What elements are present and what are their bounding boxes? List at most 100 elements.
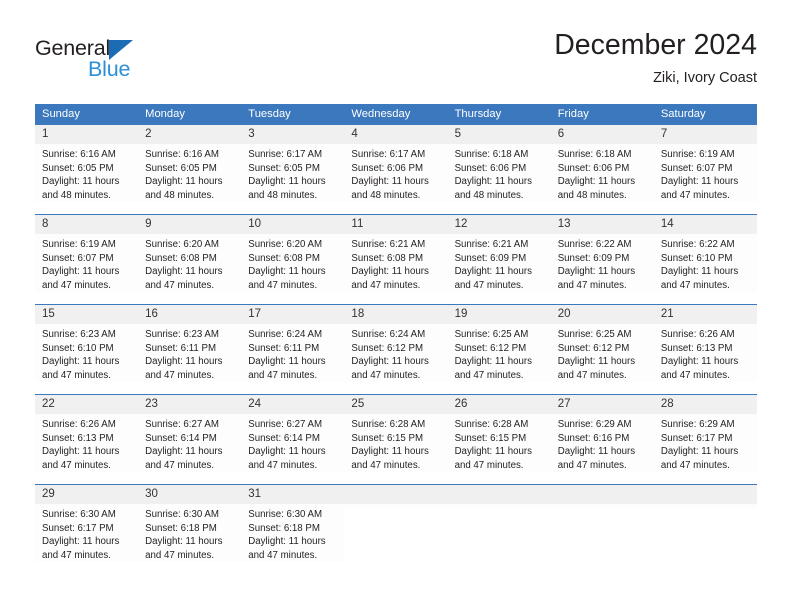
daylight-text-line2: and 47 minutes. bbox=[660, 369, 730, 381]
calendar-day-cell[interactable]: 29 Sunrise: 6:30 AM Sunset: 6:17 PM Dayligh… bbox=[35, 484, 139, 575]
calendar-day-cell[interactable]: 16 Sunrise: 6:23 AM Sunset: 6:11 PM Dayligh… bbox=[138, 304, 242, 395]
calendar-day-cell[interactable]: 22 Sunrise: 6:26 AM Sunset: 6:13 PM Dayligh… bbox=[35, 394, 139, 485]
calendar-day-cell[interactable]: 5 Sunrise: 6:18 AM Sunset: 6:06 PM Daylight… bbox=[447, 124, 551, 215]
calendar-day-cell[interactable]: 9 Sunrise: 6:20 AM Sunset: 6:08 PM Daylight… bbox=[138, 214, 242, 305]
page-subtitle: Ziki, Ivory Coast bbox=[653, 70, 757, 86]
day-number bbox=[344, 485, 448, 504]
day-number: 15 bbox=[35, 305, 139, 324]
sunrise-text: Sunrise: 6:30 AM bbox=[145, 509, 219, 520]
day-details: Sunrise: 6:18 AM Sunset: 6:06 PM Daylight:… bbox=[447, 144, 551, 203]
sunset-text: Sunset: 6:12 PM bbox=[454, 342, 527, 354]
daylight-text-line2: and 47 minutes. bbox=[454, 369, 524, 381]
calendar-day-cell[interactable]: 14 Sunrise: 6:22 AM Sunset: 6:10 PM Dayligh… bbox=[653, 214, 757, 305]
calendar-day-cell[interactable]: 20 Sunrise: 6:25 AM Sunset: 6:12 PM Dayligh… bbox=[550, 304, 654, 395]
sunset-text: Sunset: 6:08 PM bbox=[351, 252, 424, 264]
calendar-day-cell[interactable]: 3 Sunrise: 6:17 AM Sunset: 6:05 PM Daylight… bbox=[241, 124, 345, 215]
sunrise-text: Sunrise: 6:28 AM bbox=[351, 419, 426, 430]
day-number: 14 bbox=[653, 215, 757, 234]
calendar-week-row: 1 Sunrise: 6:16 AM Sunset: 6:05 PM Daylight… bbox=[35, 124, 757, 215]
daylight-text-line2: and 48 minutes. bbox=[351, 189, 421, 201]
daylight-text-line1: Daylight: 11 hours bbox=[248, 176, 326, 188]
calendar-day-cell[interactable]: 19 Sunrise: 6:25 AM Sunset: 6:12 PM Dayligh… bbox=[447, 304, 551, 395]
daylight-text-line1: Daylight: 11 hours bbox=[42, 176, 120, 188]
day-details: Sunrise: 6:28 AM Sunset: 6:15 PM Daylight:… bbox=[344, 414, 448, 473]
sunset-text: Sunset: 6:06 PM bbox=[454, 162, 527, 174]
day-number: 23 bbox=[138, 395, 242, 414]
day-number: 20 bbox=[550, 305, 654, 324]
day-number: 8 bbox=[35, 215, 139, 234]
daylight-text-line1: Daylight: 11 hours bbox=[145, 446, 223, 458]
calendar-day-cell[interactable]: 17 Sunrise: 6:24 AM Sunset: 6:11 PM Dayligh… bbox=[241, 304, 345, 395]
sunset-text: Sunset: 6:09 PM bbox=[557, 252, 630, 264]
sunrise-text: Sunrise: 6:25 AM bbox=[454, 329, 529, 340]
daylight-text-line1: Daylight: 11 hours bbox=[557, 446, 636, 458]
daylight-text-line2: and 47 minutes. bbox=[660, 459, 730, 471]
daylight-text-line2: and 47 minutes. bbox=[42, 369, 111, 381]
day-details: Sunrise: 6:22 AM Sunset: 6:10 PM Daylight:… bbox=[653, 234, 757, 293]
day-details: Sunrise: 6:28 AM Sunset: 6:15 PM Daylight:… bbox=[447, 414, 551, 473]
day-number: 18 bbox=[344, 305, 448, 324]
sunrise-text: Sunrise: 6:19 AM bbox=[660, 149, 735, 160]
daylight-text-line1: Daylight: 11 hours bbox=[454, 356, 532, 368]
weekday-header-tuesday: Tuesday bbox=[241, 104, 345, 125]
daylight-text-line2: and 47 minutes. bbox=[145, 459, 215, 471]
calendar-table: Sunday Monday Tuesday Wednesday Thursday… bbox=[35, 104, 757, 575]
calendar-day-cell-empty bbox=[653, 484, 757, 575]
page-title: December 2024 bbox=[554, 29, 757, 61]
calendar-day-cell[interactable]: 13 Sunrise: 6:22 AM Sunset: 6:09 PM Dayligh… bbox=[550, 214, 654, 305]
calendar-day-cell[interactable]: 21 Sunrise: 6:26 AM Sunset: 6:13 PM Dayligh… bbox=[653, 304, 757, 395]
calendar-page: General Blue December 2024 Ziki, Ivory C… bbox=[0, 0, 792, 612]
sunrise-text: Sunrise: 6:30 AM bbox=[42, 509, 116, 520]
sunrise-text: Sunrise: 6:27 AM bbox=[248, 419, 323, 430]
daylight-text-line1: Daylight: 11 hours bbox=[660, 176, 739, 188]
day-number: 31 bbox=[241, 485, 345, 504]
calendar-day-cell[interactable]: 8 Sunrise: 6:19 AM Sunset: 6:07 PM Daylight… bbox=[35, 214, 139, 305]
calendar-day-cell[interactable]: 1 Sunrise: 6:16 AM Sunset: 6:05 PM Daylight… bbox=[35, 124, 139, 215]
sunrise-text: Sunrise: 6:22 AM bbox=[557, 239, 632, 250]
daylight-text-line1: Daylight: 11 hours bbox=[248, 266, 326, 278]
calendar-day-cell[interactable]: 25 Sunrise: 6:28 AM Sunset: 6:15 PM Dayligh… bbox=[344, 394, 448, 485]
day-details: Sunrise: 6:26 AM Sunset: 6:13 PM Daylight:… bbox=[35, 414, 139, 473]
day-number: 7 bbox=[653, 125, 757, 144]
daylight-text-line1: Daylight: 11 hours bbox=[145, 266, 223, 278]
daylight-text-line2: and 47 minutes. bbox=[248, 279, 318, 291]
day-details: Sunrise: 6:20 AM Sunset: 6:08 PM Daylight:… bbox=[138, 234, 242, 293]
calendar-header-row: Sunday Monday Tuesday Wednesday Thursday… bbox=[35, 104, 757, 125]
calendar-day-cell[interactable]: 2 Sunrise: 6:16 AM Sunset: 6:05 PM Daylight… bbox=[138, 124, 242, 215]
calendar-day-cell[interactable]: 7 Sunrise: 6:19 AM Sunset: 6:07 PM Daylight… bbox=[653, 124, 757, 215]
day-details: Sunrise: 6:30 AM Sunset: 6:18 PM Daylight:… bbox=[241, 504, 345, 563]
sunrise-text: Sunrise: 6:25 AM bbox=[557, 329, 632, 340]
daylight-text-line2: and 47 minutes. bbox=[557, 459, 627, 471]
calendar-day-cell[interactable]: 4 Sunrise: 6:17 AM Sunset: 6:06 PM Daylight… bbox=[344, 124, 448, 215]
daylight-text-line2: and 47 minutes. bbox=[351, 459, 421, 471]
daylight-text-line1: Daylight: 11 hours bbox=[248, 446, 326, 458]
day-number: 4 bbox=[344, 125, 448, 144]
calendar-day-cell[interactable]: 26 Sunrise: 6:28 AM Sunset: 6:15 PM Dayligh… bbox=[447, 394, 551, 485]
daylight-text-line2: and 47 minutes. bbox=[351, 279, 421, 291]
general-blue-logo[interactable]: General Blue bbox=[35, 36, 235, 86]
calendar-day-cell[interactable]: 18 Sunrise: 6:24 AM Sunset: 6:12 PM Dayligh… bbox=[344, 304, 448, 395]
calendar-day-cell[interactable]: 23 Sunrise: 6:27 AM Sunset: 6:14 PM Dayligh… bbox=[138, 394, 242, 485]
sunset-text: Sunset: 6:08 PM bbox=[145, 252, 217, 264]
calendar-day-cell[interactable]: 15 Sunrise: 6:23 AM Sunset: 6:10 PM Dayligh… bbox=[35, 304, 139, 395]
day-number: 3 bbox=[241, 125, 345, 144]
calendar-day-cell[interactable]: 12 Sunrise: 6:21 AM Sunset: 6:09 PM Dayligh… bbox=[447, 214, 551, 305]
calendar-day-cell[interactable]: 30 Sunrise: 6:30 AM Sunset: 6:18 PM Dayligh… bbox=[138, 484, 242, 575]
sunset-text: Sunset: 6:15 PM bbox=[351, 432, 424, 444]
day-number: 11 bbox=[344, 215, 448, 234]
calendar-day-cell[interactable]: 24 Sunrise: 6:27 AM Sunset: 6:14 PM Dayligh… bbox=[241, 394, 345, 485]
sunrise-text: Sunrise: 6:30 AM bbox=[248, 509, 323, 520]
calendar-day-cell-empty bbox=[550, 484, 654, 575]
calendar-day-cell[interactable]: 28 Sunrise: 6:29 AM Sunset: 6:17 PM Dayligh… bbox=[653, 394, 757, 485]
day-details: Sunrise: 6:26 AM Sunset: 6:13 PM Daylight:… bbox=[653, 324, 757, 383]
calendar-day-cell[interactable]: 10 Sunrise: 6:20 AM Sunset: 6:08 PM Dayligh… bbox=[241, 214, 345, 305]
day-details: Sunrise: 6:24 AM Sunset: 6:11 PM Daylight:… bbox=[241, 324, 345, 383]
day-details bbox=[447, 504, 551, 508]
calendar-day-cell-empty bbox=[344, 484, 448, 575]
calendar-day-cell[interactable]: 27 Sunrise: 6:29 AM Sunset: 6:16 PM Dayligh… bbox=[550, 394, 654, 485]
calendar-day-cell[interactable]: 6 Sunrise: 6:18 AM Sunset: 6:06 PM Daylight… bbox=[550, 124, 654, 215]
daylight-text-line2: and 47 minutes. bbox=[145, 549, 215, 561]
calendar-day-cell[interactable]: 11 Sunrise: 6:21 AM Sunset: 6:08 PM Dayligh… bbox=[344, 214, 448, 305]
calendar-day-cell[interactable]: 31 Sunrise: 6:30 AM Sunset: 6:18 PM Dayligh… bbox=[241, 484, 345, 575]
calendar-week-row: 15 Sunrise: 6:23 AM Sunset: 6:10 PM Dayligh… bbox=[35, 304, 757, 395]
